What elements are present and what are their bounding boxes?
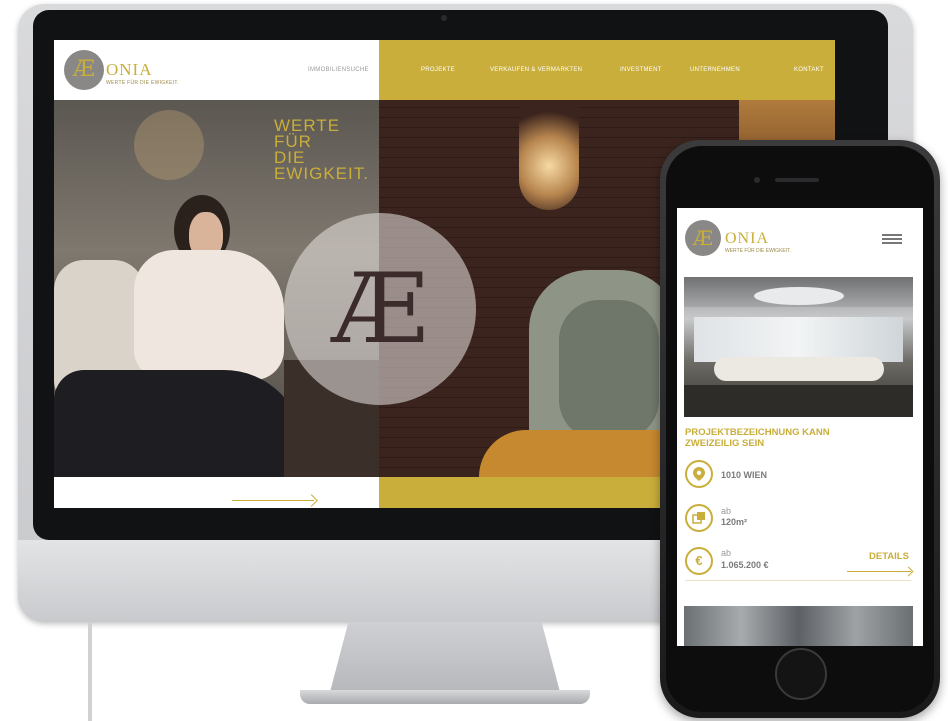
desktop-footer-left: [54, 477, 379, 508]
nav-projekte[interactable]: PROJEKTE: [421, 67, 455, 73]
monitor-camera: [441, 15, 447, 21]
mobile-screen: Æ ONIA WERTE FÜR DIE EWIGKEIT. PROJEKTBE…: [677, 208, 923, 646]
desktop-logo-mark[interactable]: Æ: [64, 50, 104, 90]
euro-icon: €: [685, 547, 713, 575]
mobile-logo-mark[interactable]: Æ: [685, 220, 721, 256]
next-project-image[interactable]: [684, 606, 913, 646]
nav-verkaufen-vermarkten[interactable]: VERKAUFEN & VERMARKTEN: [490, 67, 582, 73]
desktop-logo-tagline: WERTE FÜR DIE EWIGKEIT.: [106, 80, 179, 86]
hamburger-menu-icon[interactable]: [882, 234, 902, 244]
mobile-logo-word[interactable]: ONIA: [725, 230, 769, 248]
phone-camera: [754, 177, 760, 183]
nav-kontakt[interactable]: KONTAKT: [794, 67, 824, 73]
monitor-foot: [300, 690, 590, 704]
hero-tagline-line-4: EWIGKEIT.: [274, 164, 369, 183]
phone-home-button[interactable]: [775, 648, 827, 700]
project-title[interactable]: PROJEKTBEZEICHNUNG KANN ZWEIZEILIG SEIN: [685, 427, 885, 449]
scroll-arrow-line[interactable]: [232, 500, 314, 501]
area-icon: [685, 504, 713, 532]
nav-immobiliensuche[interactable]: IMMOBILIENSUCHE: [308, 67, 369, 73]
phone-speaker: [775, 178, 819, 182]
nav-investment[interactable]: INVESTMENT: [620, 67, 662, 73]
desktop-logo-word[interactable]: ONIA: [106, 60, 153, 80]
arrow-right-icon[interactable]: [903, 566, 914, 577]
desk-edge: [88, 622, 92, 721]
details-link[interactable]: DETAILS: [869, 551, 909, 562]
area-prefix: ab: [721, 506, 732, 516]
project-price: 1.065.200 €: [721, 560, 769, 570]
project-location: 1010 WIEN: [721, 470, 768, 480]
divider: [685, 580, 911, 581]
nav-unternehmen[interactable]: UNTERNEHMEN: [690, 67, 740, 73]
monitor-stand: [330, 622, 560, 692]
price-prefix: ab: [721, 548, 732, 558]
hero-emblem: Æ: [284, 213, 476, 405]
details-arrow-line[interactable]: [847, 571, 911, 572]
map-pin-icon: [685, 460, 713, 488]
hero-tagline: WERTE FÜR DIE EWIGKEIT.: [274, 117, 369, 183]
project-area: 120m²: [721, 517, 748, 527]
project-image[interactable]: [684, 277, 913, 417]
mobile-logo-tagline: WERTE FÜR DIE EWIGKEIT.: [725, 248, 792, 254]
